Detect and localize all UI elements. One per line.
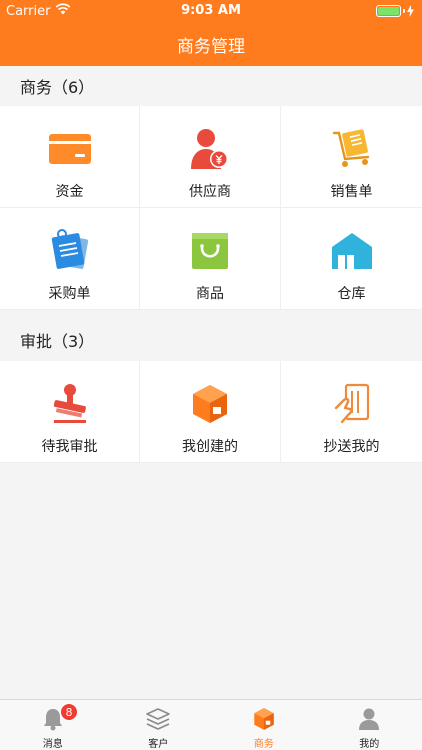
business-grid: 资金 供应商 销售单 采购单 商品 仓库 [0,106,422,310]
clock: 9:03 AM [181,3,241,18]
grid-item-label: 仓库 [337,286,366,302]
page-title: 商务管理 [177,36,245,57]
person-icon [356,706,382,731]
warehouse-icon [329,228,375,274]
section-title: 商务（6） [20,78,95,97]
approval-grid: 待我审批 我创建的 抄送我的 [0,361,422,463]
tab-customers[interactable]: 客户 [106,700,212,750]
grid-item-warehouse[interactable]: 仓库 [281,208,422,310]
supplier-icon [187,126,233,172]
nav-bar: 商务管理 [0,22,422,66]
tab-messages[interactable]: 消息 8 [0,700,106,750]
box-icon [251,706,277,731]
clipboard-icon [47,228,93,274]
stamp-icon [47,381,93,427]
status-bar: Carrier 9:03 AM [0,0,422,22]
grid-item-pending-approval[interactable]: 待我审批 [0,361,140,463]
grid-item-created-by-me[interactable]: 我创建的 [140,361,281,463]
grid-item-label: 抄送我的 [323,439,380,455]
tab-label: 客户 [148,739,169,750]
grid-item-supplier[interactable]: 供应商 [140,106,281,208]
cart-icon [329,126,375,172]
bag-icon [187,228,233,274]
grid-item-purchase-order[interactable]: 采购单 [0,208,140,310]
card-icon [47,126,93,172]
charging-icon [407,5,414,17]
tab-bar: 消息 8 客户 商务 我的 [0,699,422,750]
grid-item-label: 销售单 [330,184,373,200]
hand-card-icon [329,381,375,427]
section-title: 审批（3） [20,332,95,351]
battery-icon [376,5,414,17]
tab-label: 消息 [42,739,63,750]
layers-icon [145,706,171,731]
grid-item-funds[interactable]: 资金 [0,106,140,208]
tab-label: 商务 [253,739,274,750]
tab-label: 我的 [359,739,380,750]
grid-item-label: 采购单 [48,286,91,302]
tab-business[interactable]: 商务 [211,700,317,750]
tab-me[interactable]: 我的 [317,700,422,750]
grid-item-sales-order[interactable]: 销售单 [281,106,422,208]
grid-item-cc-to-me[interactable]: 抄送我的 [281,361,422,463]
section-header-business: 商务（6） [0,66,422,106]
section-header-approval: 审批（3） [0,320,422,360]
grid-item-label: 待我审批 [41,439,98,455]
grid-item-goods[interactable]: 商品 [140,208,281,310]
grid-item-label: 供应商 [189,184,231,200]
grid-item-label: 资金 [55,184,84,200]
unread-badge: 8 [60,703,78,721]
box-icon [187,381,233,427]
grid-item-label: 商品 [196,286,224,302]
grid-item-label: 我创建的 [182,439,238,455]
